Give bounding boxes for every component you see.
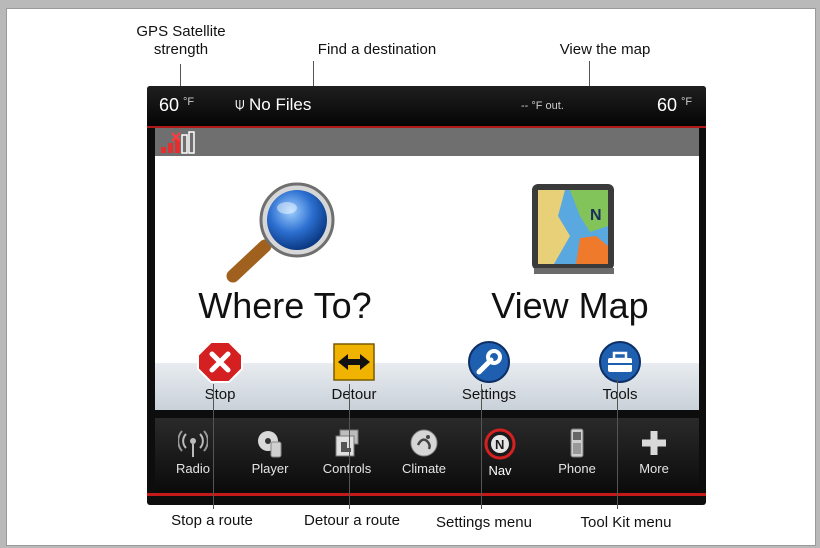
view-map-label: View Map [491, 285, 649, 326]
bottom-accent-line [147, 493, 706, 496]
nav-head-unit: 60 °F ⍦ No Files -- °F out. 60 °F Where … [147, 86, 706, 505]
where-to-label: Where To? [198, 285, 372, 326]
map-icon: N [532, 184, 614, 274]
detour-arrow-icon [333, 343, 375, 381]
leader-toolkit [617, 377, 618, 509]
plus-icon [642, 431, 666, 455]
player-disc-icon [258, 431, 282, 458]
dock-more[interactable]: More [620, 418, 688, 492]
callout-stop-route: Stop a route [171, 512, 253, 529]
dock-more-label: More [639, 461, 669, 476]
view-map-button[interactable]: N View Map [480, 176, 660, 326]
toolbox-icon [599, 341, 641, 383]
settings-button[interactable]: Settings [445, 340, 533, 403]
nav-main-screen: Where To? N View Map Stop Detour Setting… [155, 156, 699, 410]
dock-nav[interactable]: N Nav [466, 418, 534, 492]
leader-detour [349, 384, 350, 509]
callout-view-map: View the map [559, 41, 651, 58]
svg-text:N: N [495, 437, 504, 452]
outside-temp: -- °F out. [521, 100, 564, 112]
dock-phone-label: Phone [558, 461, 596, 476]
leader-settings [481, 384, 482, 509]
callout-detour-route: Detour a route [304, 512, 400, 529]
status-bar: 60 °F ⍦ No Files -- °F out. 60 °F [147, 86, 706, 128]
magnifier-icon [226, 182, 335, 283]
dock-climate-label: Climate [401, 461, 447, 476]
dock-player-label: Player [251, 461, 289, 476]
dock-radio-label: Radio [176, 461, 210, 476]
stop-button[interactable]: Stop [176, 340, 264, 403]
wrench-icon [468, 341, 510, 383]
dock-climate[interactable]: Climate [390, 418, 458, 492]
dock-controls[interactable]: Controls [313, 418, 381, 492]
usb-icon: ⍦ [235, 96, 245, 113]
svg-text:N: N [590, 207, 602, 224]
gps-status-bar [155, 128, 699, 156]
callout-settings-menu: Settings menu [436, 514, 532, 531]
callout-find-destination: Find a destination [317, 41, 437, 58]
phone-icon [570, 428, 584, 458]
tools-label: Tools [602, 386, 638, 403]
stop-icon [197, 341, 243, 383]
media-status[interactable]: No Files [249, 95, 311, 115]
dock-controls-label: Controls [322, 461, 372, 476]
left-temp-unit: °F [183, 96, 195, 108]
callout-toolkit-menu: Tool Kit menu [580, 514, 672, 531]
right-temp[interactable]: 60 [657, 95, 677, 116]
detour-label: Detour [331, 386, 377, 403]
dock-nav-label: Nav [488, 463, 512, 478]
compass-icon: N [484, 428, 516, 460]
left-temp[interactable]: 60 [159, 95, 179, 116]
gps-signal-icon [161, 131, 195, 154]
detour-button[interactable]: Detour [310, 340, 398, 403]
dock-player[interactable]: Player [236, 418, 304, 492]
leader-stop [213, 384, 214, 509]
climate-icon [410, 429, 438, 457]
dock-radio[interactable]: Radio [159, 418, 227, 492]
where-to-button[interactable]: Where To? [195, 176, 375, 326]
callout-gps-strength: GPS Satellite strength [136, 23, 226, 58]
settings-label: Settings [461, 386, 517, 403]
manual-figure: GPS Satellite strength Find a destinatio… [6, 8, 816, 546]
stop-label: Stop [204, 386, 236, 403]
right-temp-unit: °F [681, 96, 693, 108]
radio-tower-icon [178, 430, 208, 457]
dock-phone[interactable]: Phone [543, 418, 611, 492]
controls-seat-icon [335, 429, 359, 457]
tools-button[interactable]: Tools [576, 340, 664, 403]
